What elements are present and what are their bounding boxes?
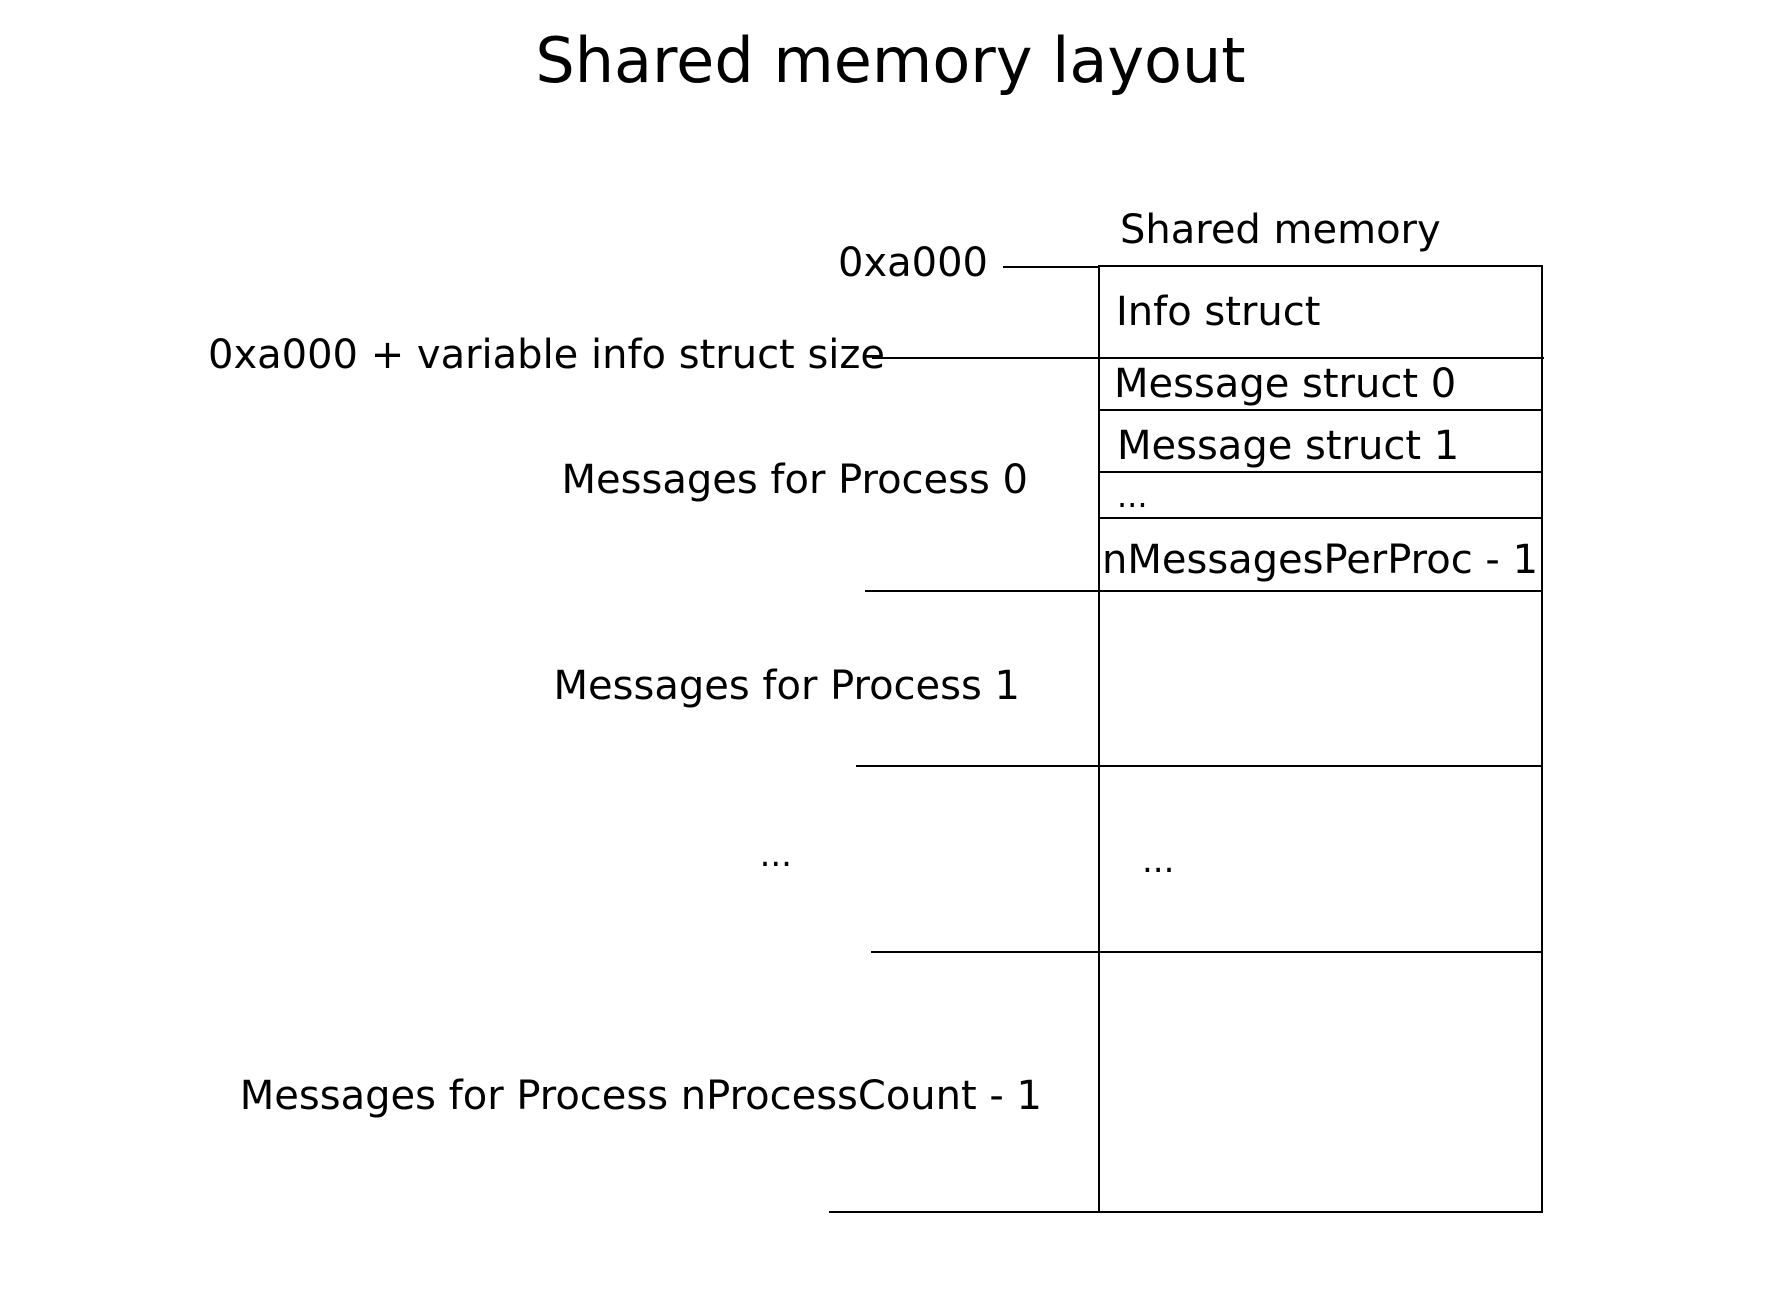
- address-after-info-label: 0xa000 + variable info struct size: [208, 332, 886, 378]
- message-last-cell: nMessagesPerProc - 1: [1102, 537, 1539, 583]
- memory-bottom-border: [829, 1211, 1543, 1213]
- process-1-label: Messages for Process 1: [553, 663, 1020, 709]
- memory-left-border: [1098, 265, 1100, 1212]
- process-last-label: Messages for Process nProcessCount - 1: [239, 1073, 1042, 1119]
- process-0-divider: [865, 590, 1543, 592]
- message-0-divider: [1098, 409, 1543, 411]
- shared-memory-diagram: Shared memory layout Shared memory 0xa00…: [0, 0, 1781, 1300]
- diagram-title: Shared memory layout: [535, 24, 1246, 97]
- process-ellipsis-cell: ...: [1142, 841, 1175, 881]
- message-ellipsis-cell: ...: [1117, 477, 1148, 515]
- process-1-divider: [856, 765, 1543, 767]
- shared-memory-header: Shared memory: [1120, 207, 1441, 253]
- message-struct-1-cell: Message struct 1: [1117, 423, 1460, 469]
- memory-top-border: [1098, 265, 1543, 267]
- message-struct-0-cell: Message struct 0: [1114, 361, 1457, 407]
- info-struct-cell: Info struct: [1116, 289, 1321, 335]
- address-base-label: 0xa000: [838, 240, 988, 286]
- message-ellipsis-divider: [1098, 517, 1543, 519]
- process-ellipsis-label: ...: [759, 835, 792, 875]
- process-0-label: Messages for Process 0: [561, 457, 1028, 503]
- info-struct-divider: [872, 357, 1544, 359]
- memory-right-border: [1541, 265, 1543, 1212]
- address-base-leader: [1003, 266, 1099, 268]
- message-1-divider: [1098, 471, 1543, 473]
- process-ellipsis-divider: [871, 951, 1543, 953]
